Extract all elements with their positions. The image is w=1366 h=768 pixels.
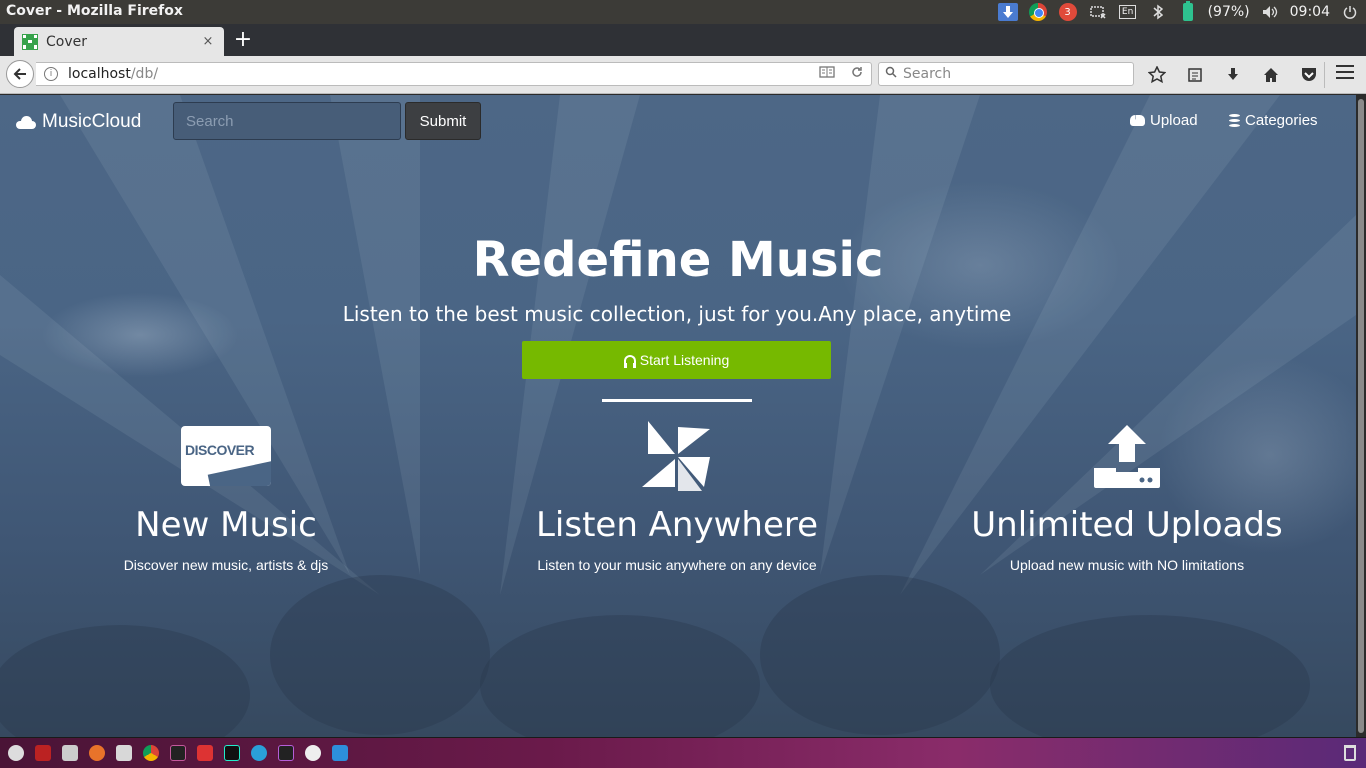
store-icon[interactable] (116, 745, 132, 761)
new-tab-button[interactable]: + (232, 29, 254, 51)
submit-button[interactable]: Submit (405, 102, 481, 140)
battery-icon[interactable] (1178, 1, 1198, 21)
site-search-input[interactable] (173, 102, 401, 140)
reader-view-icon[interactable] (819, 66, 835, 82)
back-arrow-icon (13, 68, 26, 80)
files-icon[interactable] (62, 745, 78, 761)
brand-name: MusicCloud (42, 111, 142, 132)
filezilla-icon[interactable] (197, 745, 213, 761)
pinwheel-icon (642, 421, 710, 491)
terminal-icon[interactable] (35, 745, 51, 761)
bluetooth-icon[interactable] (1148, 3, 1168, 21)
feature-icon-wrap (917, 421, 1337, 491)
os-top-panel: Cover - Mozilla Firefox 3 En (97%) 09:04 (0, 0, 1366, 24)
url-bar[interactable]: i localhost/db/ (36, 62, 872, 86)
toolbar-separator (1324, 62, 1325, 88)
site-brand[interactable]: MusicCloud (16, 111, 141, 133)
bookmark-star-icon[interactable] (1146, 64, 1168, 86)
feature-listen-anywhere: Listen Anywhere Listen to your music any… (467, 421, 887, 573)
feature-description: Discover new music, artists & djs (123, 557, 329, 573)
tab-cover[interactable]: Cover × (14, 27, 224, 56)
home-icon[interactable] (1260, 64, 1282, 86)
app-menu-icon[interactable] (8, 745, 24, 761)
url-host: localhost (68, 66, 131, 82)
back-button[interactable] (6, 60, 34, 88)
chrome-taskbar-icon[interactable] (143, 745, 159, 761)
battery-percent: (97%) (1207, 4, 1250, 20)
tab-bar: Cover × + (0, 24, 1366, 56)
headphones-icon (623, 354, 636, 368)
system-tray: 3 En (97%) 09:04 (997, 1, 1360, 22)
firefox-icon[interactable] (89, 745, 105, 761)
window-title: Cover - Mozilla Firefox (6, 3, 183, 19)
nav-categories-link[interactable]: Categories (1229, 112, 1318, 129)
clock[interactable]: 09:04 (1290, 4, 1330, 20)
pocket-icon[interactable] (1298, 64, 1320, 86)
concert-background-image (0, 95, 1356, 737)
site-info-icon[interactable]: i (44, 67, 58, 81)
vscode-icon[interactable] (332, 745, 348, 761)
navigation-toolbar: i localhost/db/ Search (0, 56, 1366, 94)
hamburger-menu-icon[interactable] (1336, 65, 1354, 79)
screen-icon[interactable] (1088, 3, 1108, 21)
trash-icon[interactable] (1344, 745, 1356, 761)
discover-card-icon: DISCOVER (181, 426, 271, 486)
feature-icon-wrap (467, 421, 887, 491)
power-icon[interactable] (1340, 3, 1360, 21)
database-icon (1229, 114, 1240, 127)
feature-unlimited-uploads: Unlimited Uploads Upload new music with … (917, 421, 1337, 573)
upload-icon (1094, 425, 1160, 488)
start-listening-label: Start Listening (639, 352, 730, 368)
site-favicon-icon (22, 33, 38, 50)
keyboard-layout-icon[interactable]: En (1118, 3, 1138, 21)
feature-title: Listen Anywhere (535, 505, 819, 545)
url-path: /db/ (130, 66, 159, 82)
browser-search-placeholder: Search (903, 66, 952, 82)
reading-list-icon[interactable] (1184, 64, 1206, 86)
start-listening-button[interactable]: Start Listening (522, 341, 831, 379)
hero-title: Redefine Music (472, 232, 884, 288)
downloads-icon[interactable] (1222, 64, 1244, 86)
nav-upload-link[interactable]: Upload (1130, 111, 1198, 129)
webstorm-icon[interactable] (224, 745, 240, 761)
tab-label: Cover (46, 33, 87, 50)
cloud-icon (16, 115, 36, 129)
telegram-icon[interactable] (251, 745, 267, 761)
feature-description: Upload new music with NO limitations (1009, 557, 1245, 573)
page-viewport: MusicCloud Submit Upload Categories Rede… (0, 95, 1356, 737)
chrome-icon[interactable] (1028, 3, 1048, 21)
feature-description: Listen to your music anywhere on any dev… (537, 557, 817, 573)
hero-divider (602, 399, 752, 402)
intellij-icon[interactable] (170, 745, 186, 761)
hero-subtitle: Listen to the best music collection, jus… (342, 302, 1012, 326)
nav-categories-label: Categories (1245, 112, 1318, 129)
feature-icon-wrap: DISCOVER (16, 421, 436, 491)
reload-icon[interactable] (851, 66, 863, 82)
phpstorm-icon[interactable] (278, 745, 294, 761)
tab-close-icon[interactable]: × (200, 34, 216, 49)
cloud-upload-icon (1130, 111, 1145, 126)
os-taskbar (0, 737, 1366, 768)
download-indicator-icon[interactable] (997, 3, 1018, 21)
feature-title: New Music (135, 505, 317, 545)
browser-search-bar[interactable]: Search (878, 62, 1134, 86)
nav-upload-label: Upload (1150, 112, 1198, 129)
search-icon (885, 66, 897, 82)
notification-badge[interactable]: 3 (1058, 3, 1078, 21)
scrollbar-thumb[interactable] (1358, 99, 1364, 733)
feature-title: Unlimited Uploads (971, 505, 1283, 545)
volume-icon[interactable] (1260, 3, 1280, 21)
network-tool-icon[interactable] (305, 745, 321, 761)
feature-new-music: DISCOVER New Music Discover new music, a… (16, 421, 436, 573)
